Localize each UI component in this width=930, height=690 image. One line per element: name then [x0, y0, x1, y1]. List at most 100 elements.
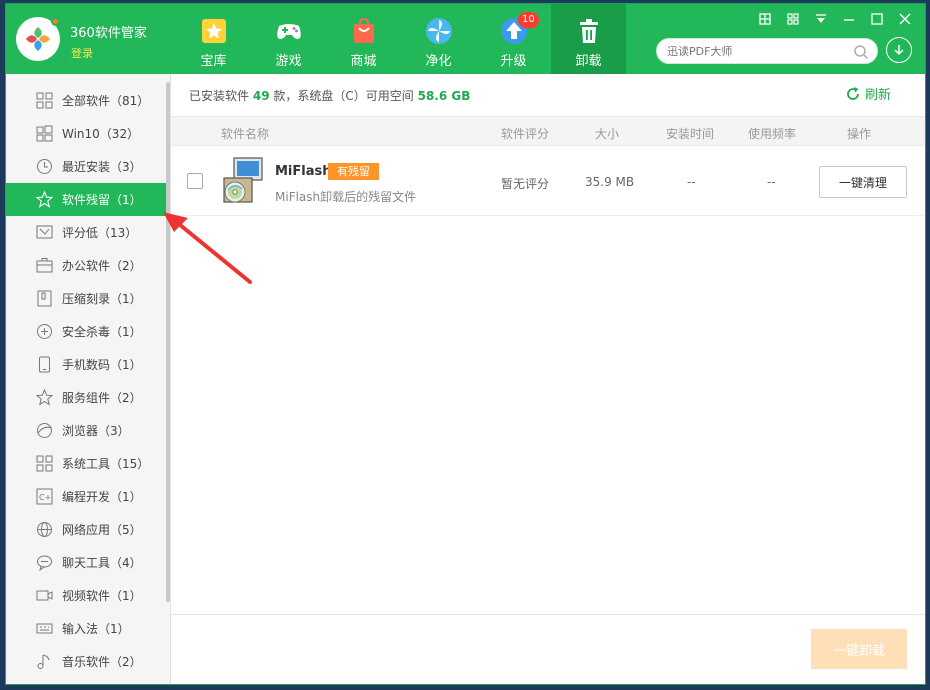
one-click-clean-button[interactable]: 一键清理	[819, 166, 907, 198]
one-click-uninstall-button[interactable]: 一键卸载	[811, 629, 907, 669]
installer-package-icon	[223, 157, 263, 203]
sidebar-item-label: 手机数码（1）	[62, 358, 142, 372]
nav-label: 卸载	[575, 54, 602, 69]
installed-count: 49	[252, 89, 270, 103]
rating-cell: 暂无评分	[501, 177, 550, 191]
sidebar-item-label: 网络应用（5）	[62, 523, 142, 537]
sidebar-item-label: 聊天工具（4）	[62, 556, 142, 570]
sidebar-item-system-tools[interactable]: 系统工具（15）	[6, 447, 166, 480]
header-size: 大小	[595, 127, 620, 141]
grid-settings-icon	[759, 13, 771, 25]
windows-icon	[36, 125, 53, 142]
nav-label: 宝库	[200, 54, 227, 69]
header-usage: 使用频率	[748, 127, 797, 141]
sidebar-item-label: 音乐软件（2）	[62, 655, 142, 669]
install-summary: 已安装软件 49 款，系统盘（C）可用空间 58.6 GB	[189, 87, 470, 104]
sidebar-item-video[interactable]: 视频软件（1）	[6, 579, 166, 612]
header-rating: 软件评分	[501, 127, 550, 141]
music-icon	[37, 654, 50, 669]
phone-icon	[39, 356, 50, 373]
search-box	[656, 38, 878, 64]
search-icon[interactable]	[853, 44, 869, 60]
sidebar-scrollbar[interactable]	[166, 82, 170, 602]
sidebar-item-recent[interactable]: 最近安装（3）	[6, 150, 166, 183]
row-checkbox[interactable]	[187, 173, 203, 189]
globe-icon	[37, 522, 52, 537]
install-time-cell: --	[687, 175, 696, 189]
footer-bar: 一键卸载	[171, 614, 925, 684]
star-icon	[36, 191, 53, 208]
download-manager-button[interactable]	[886, 37, 912, 63]
header-action: 操作	[847, 127, 872, 141]
sidebar-item-residue[interactable]: 软件残留（1）	[6, 183, 166, 216]
nav-upgrade[interactable]: 10 升级	[476, 4, 551, 74]
sidebar-item-office[interactable]: 办公软件（2）	[6, 249, 166, 282]
logo-icon	[26, 27, 50, 51]
chat-icon	[37, 555, 52, 571]
nav-label: 净化	[425, 54, 452, 69]
sidebar-item-label: 编程开发（1）	[62, 490, 142, 504]
header-install-time: 安装时间	[666, 127, 715, 141]
sidebar-item-label: 评分低（13）	[62, 226, 138, 240]
nav-games[interactable]: 游戏	[251, 4, 326, 74]
sidebar-item-mobile[interactable]: 手机数码（1）	[6, 348, 166, 381]
maximize-button[interactable]	[865, 9, 889, 29]
thumb-down-icon	[36, 225, 53, 239]
main-nav: 宝库 游戏 商城 净化 10 升级 卸载	[176, 4, 626, 74]
nav-treasure[interactable]: 宝库	[176, 4, 251, 74]
notification-dot	[51, 17, 60, 26]
app-logo	[16, 17, 60, 61]
star-treasure-icon	[201, 19, 226, 43]
sidebar-item-input-method[interactable]: 输入法（1）	[6, 612, 166, 645]
size-cell: 35.9 MB	[585, 175, 635, 189]
sidebar-item-label: 办公软件（2）	[62, 259, 142, 273]
maximize-icon	[871, 13, 883, 25]
nav-label: 游戏	[275, 54, 302, 69]
sidebar-item-label: 压缩刻录（1）	[62, 292, 142, 306]
app-description: MiFlash卸载后的残留文件	[275, 190, 417, 204]
sidebar-item-label: 输入法（1）	[62, 622, 130, 636]
sidebar-item-music[interactable]: 音乐软件（2）	[6, 645, 166, 678]
sidebar-item-win10[interactable]: Win10（32）	[6, 117, 166, 150]
briefcase-icon	[36, 258, 53, 273]
refresh-label: 刷新	[865, 88, 892, 103]
category-sidebar: 全部软件（81） Win10（32） 最近安装（3） 软件残留（1） 评分低（1…	[6, 74, 171, 684]
download-icon	[894, 45, 904, 56]
search-input[interactable]	[667, 39, 852, 63]
summary-prefix: 已安装软件	[189, 89, 250, 103]
skin-button[interactable]	[753, 9, 777, 29]
menu-button[interactable]	[809, 9, 833, 29]
clock-icon	[37, 159, 52, 174]
nav-store[interactable]: 商城	[326, 4, 401, 74]
red-arrow-annotation	[163, 212, 252, 284]
sidebar-item-network[interactable]: 网络应用（5）	[6, 513, 166, 546]
sidebar-item-security[interactable]: 安全杀毒（1）	[6, 315, 166, 348]
minimize-button[interactable]	[837, 9, 861, 29]
gamepad-icon	[276, 24, 301, 39]
grid-icon	[36, 92, 53, 109]
close-button[interactable]	[893, 9, 917, 29]
refresh-button[interactable]: 刷新	[845, 84, 891, 103]
login-link[interactable]: 登录	[71, 45, 93, 61]
sidebar-item-services[interactable]: 服务组件（2）	[6, 381, 166, 414]
close-icon	[899, 13, 911, 25]
sidebar-item-all[interactable]: 全部软件（81）	[6, 84, 166, 117]
nav-label: 升级	[500, 54, 527, 69]
app-title: 360软件管家	[70, 26, 147, 41]
sidebar-item-low-rating[interactable]: 评分低（13）	[6, 216, 166, 249]
sidebar-item-label: 最近安装（3）	[62, 160, 142, 174]
main-panel: 已安装软件 49 款，系统盘（C）可用空间 58.6 GB 刷新 软件名称 软件…	[171, 74, 925, 684]
nav-clean[interactable]: 净化	[401, 4, 476, 74]
header-name: 软件名称	[221, 127, 270, 141]
sidebar-item-browser[interactable]: 浏览器（3）	[6, 414, 166, 447]
usage-cell: --	[767, 175, 776, 189]
sidebar-item-dev[interactable]: C+ 编程开发（1）	[6, 480, 166, 513]
nav-uninstall[interactable]: 卸载	[551, 4, 626, 74]
update-count-badge: 10	[518, 12, 539, 28]
archive-icon	[37, 290, 52, 307]
sidebar-item-label: 服务组件（2）	[62, 391, 142, 405]
sidebar-item-label: 安全杀毒（1）	[62, 325, 142, 339]
apps-button[interactable]	[781, 9, 805, 29]
sidebar-item-archive[interactable]: 压缩刻录（1）	[6, 282, 166, 315]
sidebar-item-chat[interactable]: 聊天工具（4）	[6, 546, 166, 579]
